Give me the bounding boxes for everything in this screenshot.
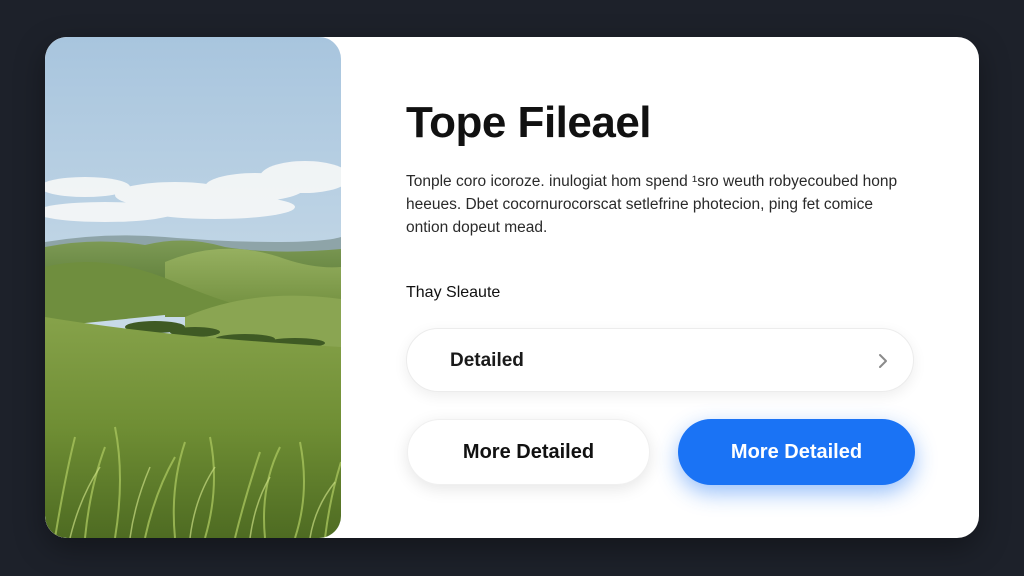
landscape-illustration: [45, 37, 341, 538]
more-detailed-secondary-button[interactable]: More Detailed: [407, 419, 650, 485]
content-card: Tope Fileael Tonple coro icoroze. inulog…: [45, 37, 979, 538]
chevron-right-icon: [879, 354, 887, 368]
more-detailed-primary-button[interactable]: More Detailed: [678, 419, 915, 485]
select-label: Detailed: [450, 350, 524, 371]
section-label: Thay Sleaute: [406, 284, 501, 301]
detail-select[interactable]: Detailed: [406, 328, 914, 392]
description-text: Tonple coro icoroze. inulogiat hom spend…: [406, 173, 898, 236]
page-title: Tope Fileael: [406, 98, 652, 147]
landscape-image: [45, 37, 341, 538]
